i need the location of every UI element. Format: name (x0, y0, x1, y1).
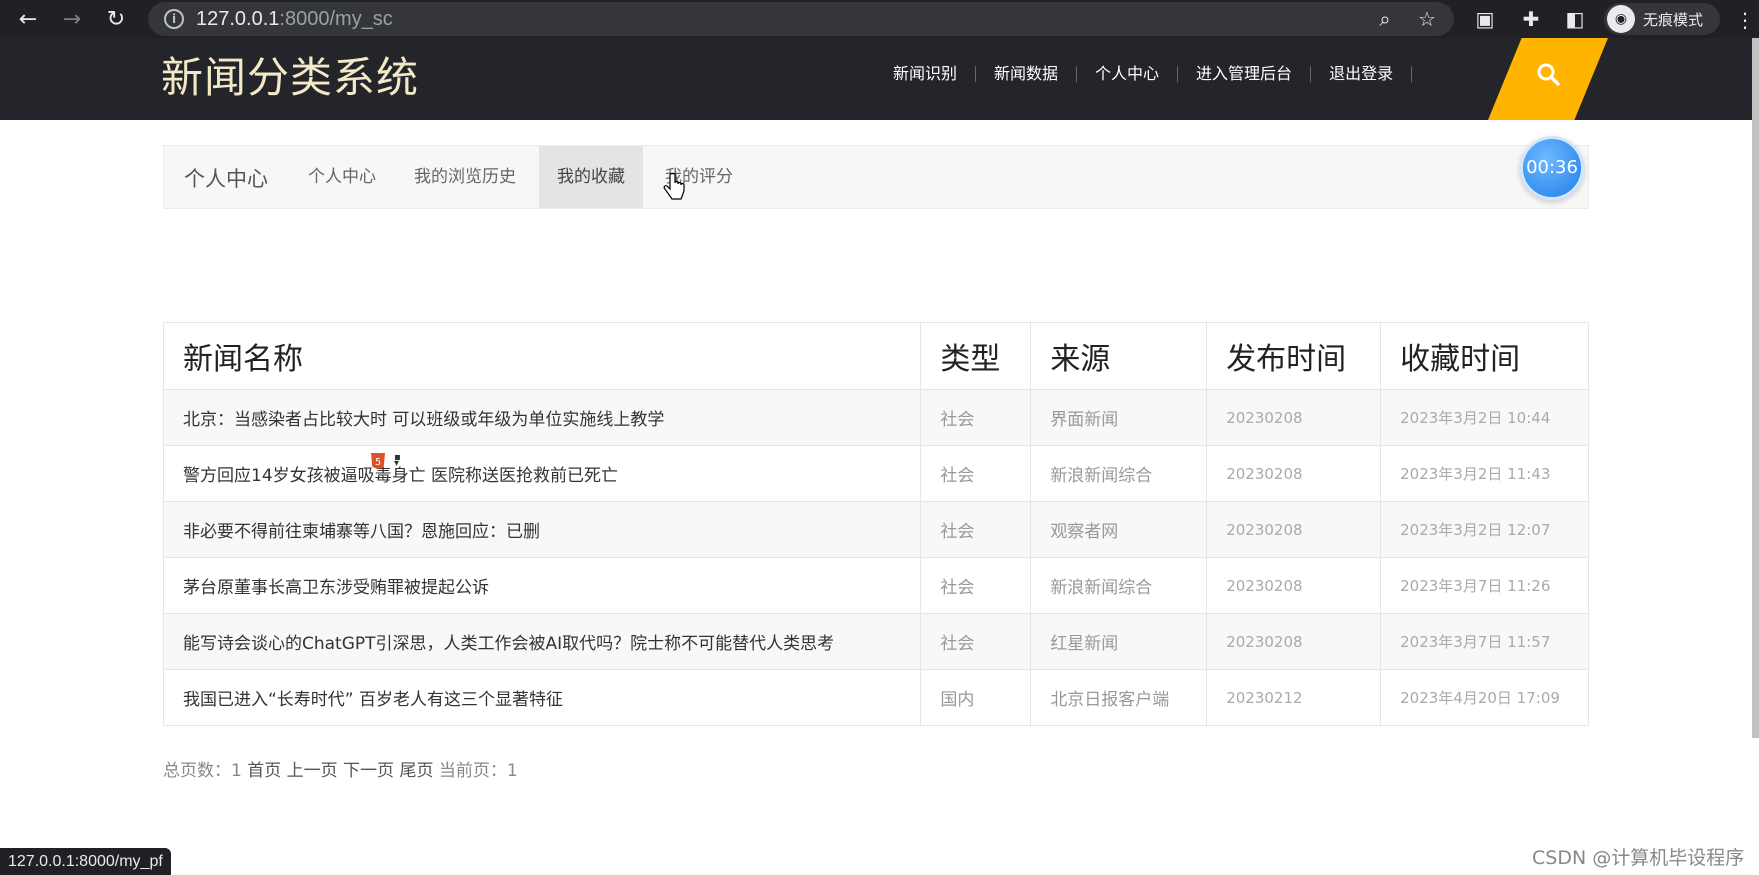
news-title-link[interactable]: 警方回应14岁女孩被逼吸毒身亡 医院称送医抢救前已死亡 (163, 445, 922, 502)
favorite-time: 2023年4月20日 17:09 (1380, 669, 1589, 726)
news-source: 新浪新闻综合 (1030, 557, 1208, 614)
site-logo[interactable]: 新闻分类系统 (161, 44, 419, 105)
search-icon (1537, 63, 1560, 86)
news-title-link[interactable]: 能写诗会谈心的ChatGPT引深思，人类工作会被AI取代吗？院士称不可能替代人类… (163, 613, 922, 670)
side-panel-icon[interactable]: ◧ (1562, 6, 1588, 32)
more-dots-icon[interactable]: ▪ ▾ (394, 453, 401, 469)
table-row: 我国已进入“长寿时代” 百岁老人有这三个显著特征 国内 北京日报客户端 2023… (163, 669, 1589, 726)
browser-menu-icon[interactable]: ⋮ (1735, 8, 1755, 32)
first-page-link[interactable]: 首页 (247, 761, 281, 781)
next-page-link[interactable]: 下一页 (343, 761, 394, 781)
nav-admin[interactable]: 进入管理后台 (1178, 66, 1312, 82)
html5-badge-icon[interactable]: 5 (369, 452, 387, 470)
favorite-time: 2023年3月7日 11:57 (1380, 613, 1589, 670)
status-bar-url: 127.0.0.1:8000/my_pf (0, 848, 171, 875)
subnav-title: 个人中心 (184, 167, 268, 191)
news-title-link[interactable]: 我国已进入“长寿时代” 百岁老人有这三个显著特征 (163, 669, 922, 726)
hand-cursor-icon (663, 173, 685, 200)
extension-icon[interactable]: ▣ (1472, 6, 1498, 32)
address-bar[interactable]: i 127.0.0.1:8000/my_sc ⌕ ☆ (148, 2, 1454, 36)
favorite-time: 2023年3月2日 10:44 (1380, 389, 1589, 446)
last-page-link[interactable]: 尾页 (399, 761, 433, 781)
total-pages-value: 1 (231, 761, 242, 781)
table-row: 北京：当感染者占比较大时 可以班级或年级为单位实施线上教学 社会 界面新闻 20… (163, 389, 1589, 446)
publish-time: 20230208 (1206, 389, 1382, 446)
publish-time: 20230212 (1206, 669, 1382, 726)
subnav-browse-history[interactable]: 我的浏览历史 (396, 146, 534, 208)
header-favorite-time: 收藏时间 (1380, 322, 1589, 390)
publish-time: 20230208 (1206, 445, 1382, 502)
news-type: 国内 (920, 669, 1032, 726)
nav-personal-center[interactable]: 个人中心 (1077, 66, 1179, 82)
browser-toolbar: ← → ↻ i 127.0.0.1:8000/my_sc ⌕ ☆ ▣ ✚ ◧ ◉… (0, 0, 1759, 38)
zoom-icon[interactable]: ⌕ (1372, 6, 1398, 32)
header-type: 类型 (920, 322, 1032, 390)
favorite-time: 2023年3月2日 12:07 (1380, 501, 1589, 558)
nav-logout[interactable]: 退出登录 (1311, 66, 1413, 82)
svg-text:5: 5 (375, 457, 381, 468)
news-source: 新浪新闻综合 (1030, 445, 1208, 502)
news-type: 社会 (920, 501, 1032, 558)
table-row: 非必要不得前往柬埔寨等八国？恩施回应：已删 社会 观察者网 20230208 2… (163, 501, 1589, 558)
incognito-label: 无痕模式 (1643, 10, 1704, 29)
site-header: 新闻分类系统 新闻识别 新闻数据 个人中心 进入管理后台 退出登录 (0, 38, 1759, 120)
news-type: 社会 (920, 557, 1032, 614)
reload-icon[interactable]: ↻ (96, 0, 136, 38)
news-type: 社会 (920, 613, 1032, 670)
favorites-table: 新闻名称 类型 来源 发布时间 收藏时间 北京：当感染者占比较大时 可以班级或年… (163, 322, 1589, 726)
table-row: 茅台原董事长高卫东涉受贿罪被提起公诉 社会 新浪新闻综合 20230208 20… (163, 557, 1589, 614)
incognito-icon: ◉ (1607, 5, 1635, 33)
nav-news-data[interactable]: 新闻数据 (976, 66, 1078, 82)
timer-badge[interactable]: 00:36 (1520, 136, 1584, 200)
header-news-title: 新闻名称 (163, 322, 922, 390)
total-pages-label: 总页数： (163, 761, 231, 781)
news-type: 社会 (920, 389, 1032, 446)
pagination: 总页数：1 首页 上一页 下一页 尾页 当前页：1 (163, 756, 518, 781)
search-button[interactable] (1488, 38, 1608, 120)
favorite-time: 2023年3月2日 11:43 (1380, 445, 1589, 502)
bookmark-star-icon[interactable]: ☆ (1414, 6, 1440, 32)
news-type: 社会 (920, 445, 1032, 502)
news-title-link[interactable]: 非必要不得前往柬埔寨等八国？恩施回应：已删 (163, 501, 922, 558)
news-source: 界面新闻 (1030, 389, 1208, 446)
puzzle-extensions-icon[interactable]: ✚ (1518, 6, 1544, 32)
personal-subnav: 个人中心 个人中心 我的浏览历史 我的收藏 我的评分 (163, 145, 1589, 209)
publish-time: 20230208 (1206, 613, 1382, 670)
news-source: 红星新闻 (1030, 613, 1208, 670)
news-title-link[interactable]: 茅台原董事长高卫东涉受贿罪被提起公诉 (163, 557, 922, 614)
main-nav: 新闻识别 新闻数据 个人中心 进入管理后台 退出登录 (875, 66, 1413, 82)
forward-arrow-icon[interactable]: → (52, 0, 92, 38)
page-scrollbar[interactable] (1752, 38, 1759, 738)
prev-page-link[interactable]: 上一页 (287, 761, 338, 781)
watermark: CSDN @计算机毕设程序 (1532, 847, 1745, 869)
publish-time: 20230208 (1206, 501, 1382, 558)
table-row: 能写诗会谈心的ChatGPT引深思，人类工作会被AI取代吗？院士称不可能替代人类… (163, 613, 1589, 670)
subnav-my-favorites[interactable]: 我的收藏 (539, 146, 643, 208)
current-page-label: 当前页： (438, 761, 507, 781)
nav-news-recognition[interactable]: 新闻识别 (875, 66, 977, 82)
header-source: 来源 (1030, 322, 1208, 390)
incognito-badge[interactable]: ◉ 无痕模式 (1604, 3, 1720, 35)
news-source: 观察者网 (1030, 501, 1208, 558)
favorite-time: 2023年3月7日 11:26 (1380, 557, 1589, 614)
header-publish-time: 发布时间 (1206, 322, 1382, 390)
current-page-value: 1 (506, 761, 518, 781)
site-info-icon[interactable]: i (164, 9, 184, 29)
back-arrow-icon[interactable]: ← (8, 0, 48, 38)
news-source: 北京日报客户端 (1030, 669, 1208, 726)
subnav-personal-center[interactable]: 个人中心 (290, 146, 394, 208)
news-title-link[interactable]: 北京：当感染者占比较大时 可以班级或年级为单位实施线上教学 (163, 389, 922, 446)
publish-time: 20230208 (1206, 557, 1382, 614)
address-url[interactable]: 127.0.0.1:8000/my_sc (196, 8, 393, 31)
